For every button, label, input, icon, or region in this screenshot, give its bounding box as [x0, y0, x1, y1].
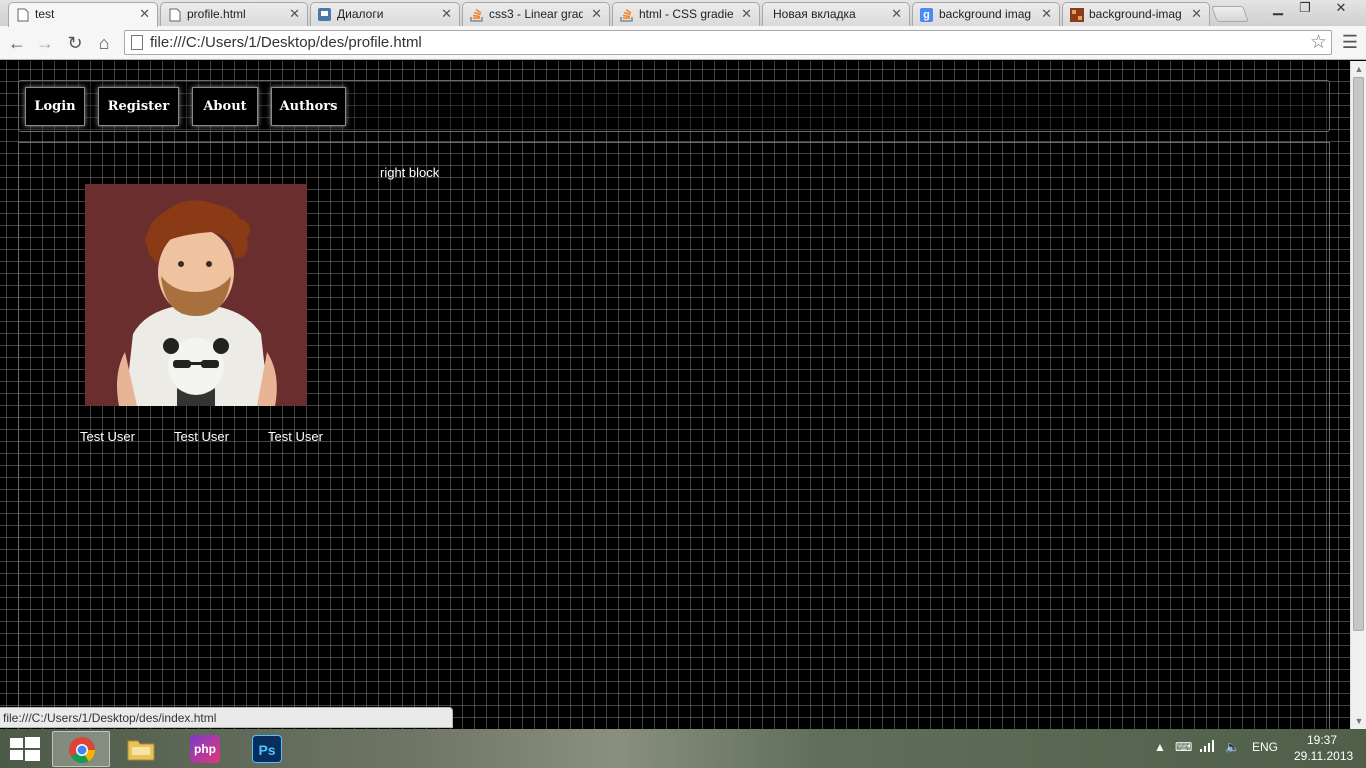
site-nav: Login Register About Authors — [18, 80, 1330, 132]
window-close-icon[interactable]: ✕ — [1318, 0, 1364, 20]
tab-css-gradient[interactable]: html - CSS gradier ✕ — [612, 2, 760, 26]
user-name-label: Test User — [268, 429, 323, 444]
phpstorm-icon: php — [190, 735, 220, 763]
tab-new-tab[interactable]: Новая вкладка ✕ — [762, 2, 910, 26]
chat-icon — [318, 8, 331, 22]
grid-icon — [1070, 8, 1084, 22]
show-hidden-icons-icon[interactable]: ▲ — [1154, 740, 1166, 754]
page-icon — [168, 8, 181, 22]
close-icon[interactable]: ✕ — [1041, 6, 1052, 22]
folder-icon — [126, 735, 156, 763]
tab-css3-gradient[interactable]: css3 - Linear gradi ✕ — [462, 2, 610, 26]
tab-title: background imag — [939, 7, 1032, 21]
tab-background-image[interactable]: background-imag ✕ — [1062, 2, 1210, 26]
google-icon: g — [920, 8, 933, 22]
nav-about-button[interactable]: About — [192, 87, 258, 126]
tab-title: css3 - Linear gradi — [489, 7, 583, 21]
vertical-scrollbar[interactable]: ▲ ▼ — [1350, 61, 1366, 729]
avatar — [85, 184, 307, 406]
close-icon[interactable]: ✕ — [289, 6, 300, 22]
minimize-icon[interactable]: ▁ — [1264, 0, 1292, 20]
keyboard-icon[interactable]: ⌨ — [1175, 740, 1192, 754]
taskbar-phpstorm[interactable]: php — [176, 731, 234, 767]
page-icon — [131, 35, 143, 50]
close-icon[interactable]: ✕ — [591, 6, 602, 22]
tab-test[interactable]: test ✕ — [8, 2, 158, 27]
close-icon[interactable]: ✕ — [441, 6, 452, 22]
scroll-down-icon[interactable]: ▼ — [1351, 713, 1366, 729]
stackoverflow-icon — [470, 8, 483, 22]
user-name-label: Test User — [174, 429, 229, 444]
tab-title: background-imag — [1089, 7, 1182, 21]
page-icon — [16, 8, 29, 22]
tab-profile[interactable]: profile.html ✕ — [160, 2, 308, 26]
address-text: file:///C:/Users/1/Desktop/des/profile.h… — [150, 34, 422, 51]
status-bubble: file:///C:/Users/1/Desktop/des/index.htm… — [0, 707, 453, 728]
tab-title: Новая вкладка — [773, 7, 856, 21]
taskbar-chrome[interactable] — [52, 731, 110, 767]
taskbar-file-explorer[interactable] — [112, 731, 170, 767]
tab-dialogs[interactable]: Диалоги ✕ — [310, 2, 460, 26]
nav-authors-button[interactable]: Authors — [271, 87, 346, 126]
tab-title: profile.html — [187, 7, 246, 21]
close-icon[interactable]: ✕ — [1191, 6, 1202, 22]
browser-toolbar: ← → ↻ ⌂ file:///C:/Users/1/Desktop/des/p… — [0, 26, 1366, 60]
page-viewport: Login Register About Authors right block — [0, 61, 1350, 729]
signal-icon[interactable] — [1200, 740, 1214, 755]
speaker-icon[interactable]: 🔈 — [1225, 740, 1240, 754]
taskbar-photoshop[interactable]: Ps — [238, 731, 296, 767]
nav-login-button[interactable]: Login — [25, 87, 85, 126]
bookmark-star-icon[interactable]: ☆ — [1310, 31, 1327, 54]
tab-title: test — [35, 7, 55, 21]
restore-icon[interactable]: ❐ — [1292, 0, 1318, 20]
close-icon[interactable]: ✕ — [741, 6, 752, 22]
chrome-icon — [67, 736, 97, 764]
reload-icon[interactable]: ↻ — [64, 32, 86, 54]
language-indicator[interactable]: ENG — [1252, 740, 1278, 754]
tab-title: html - CSS gradier — [639, 7, 733, 21]
forward-arrow-icon[interactable]: → — [34, 32, 56, 54]
new-tab-button[interactable] — [1211, 6, 1249, 22]
address-bar[interactable]: file:///C:/Users/1/Desktop/des/profile.h… — [124, 30, 1332, 55]
right-block-label: right block — [380, 165, 440, 180]
photoshop-icon: Ps — [252, 735, 282, 763]
tab-title: Диалоги — [337, 7, 384, 21]
scroll-up-icon[interactable]: ▲ — [1351, 61, 1366, 77]
clock-date[interactable]: 29.11.2013 — [1294, 749, 1353, 763]
windows-start-icon[interactable] — [10, 737, 40, 761]
home-icon[interactable]: ⌂ — [93, 32, 115, 54]
scroll-thumb[interactable] — [1353, 77, 1364, 631]
back-arrow-icon[interactable]: ← — [6, 32, 28, 54]
stackoverflow-icon — [620, 8, 633, 22]
tab-background-image-google[interactable]: g background imag ✕ — [912, 2, 1060, 26]
close-icon[interactable]: ✕ — [891, 6, 902, 22]
user-name-label: Test User — [80, 429, 135, 444]
clock-time[interactable]: 19:37 — [1307, 733, 1337, 747]
nav-register-button[interactable]: Register — [98, 87, 179, 126]
tab-strip: test ✕ profile.html ✕ Диалоги ✕ css3 - L… — [0, 0, 1366, 27]
windows-taskbar: php Ps ▲ ⌨ 🔈 ENG 19:37 29.11.2013 — [0, 729, 1366, 768]
menu-icon[interactable]: ☰ — [1340, 32, 1360, 52]
close-icon[interactable]: ✕ — [139, 6, 150, 22]
